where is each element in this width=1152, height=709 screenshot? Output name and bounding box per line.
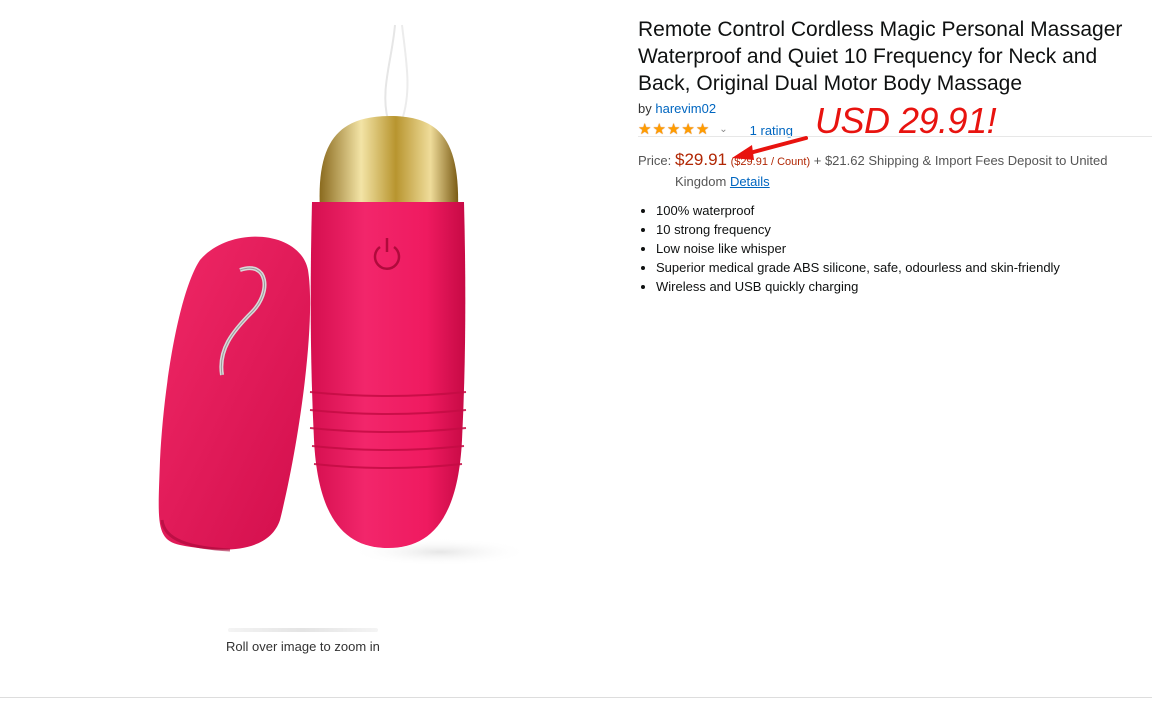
price-label: Price: xyxy=(638,153,672,168)
brand-link[interactable]: harevim02 xyxy=(655,101,716,116)
star-icon: ★ xyxy=(695,120,710,138)
shipping-fee: + $21.62 Shipping & Import Fees Deposit … xyxy=(813,153,1108,168)
price-block: Price: $29.91 ($29.91 / Count) + $21.62 S… xyxy=(638,150,1138,191)
product-image-block: Roll over image to zoom in xyxy=(0,0,620,690)
remote-control xyxy=(158,236,311,552)
by-prefix: by xyxy=(638,101,652,116)
star-rating[interactable]: ★ ★ ★ ★ ★ xyxy=(638,122,709,137)
star-icon: ★ xyxy=(681,120,695,138)
image-thumbnail-strip xyxy=(228,628,378,632)
cut-off-heading xyxy=(0,701,300,709)
price-annotation: USD 29.91! xyxy=(815,100,997,141)
shipping-destination: Kingdom xyxy=(675,174,727,189)
chevron-down-icon[interactable]: ⌄ xyxy=(719,124,727,135)
product-title: Remote Control Cordless Magic Personal M… xyxy=(638,18,1123,95)
price-value: $29.91 xyxy=(675,150,727,169)
feature-bullets: 100% waterproof 10 strong frequency Low … xyxy=(638,201,1060,296)
list-item: Low noise like whisper xyxy=(656,239,1060,258)
list-item: 100% waterproof xyxy=(656,201,1060,220)
details-link[interactable]: Details xyxy=(730,174,770,189)
list-item: Superior medical grade ABS silicone, saf… xyxy=(656,258,1060,277)
product-image[interactable] xyxy=(140,20,540,580)
star-icon: ★ xyxy=(666,120,681,138)
list-item: Wireless and USB quickly charging xyxy=(656,277,1060,296)
zoom-hint: Roll over image to zoom in xyxy=(226,639,380,654)
section-divider xyxy=(0,697,1152,698)
star-icon: ★ xyxy=(638,120,652,138)
list-item: 10 strong frequency xyxy=(656,220,1060,239)
star-icon: ★ xyxy=(652,120,666,138)
red-arrow-annotation xyxy=(732,136,808,160)
